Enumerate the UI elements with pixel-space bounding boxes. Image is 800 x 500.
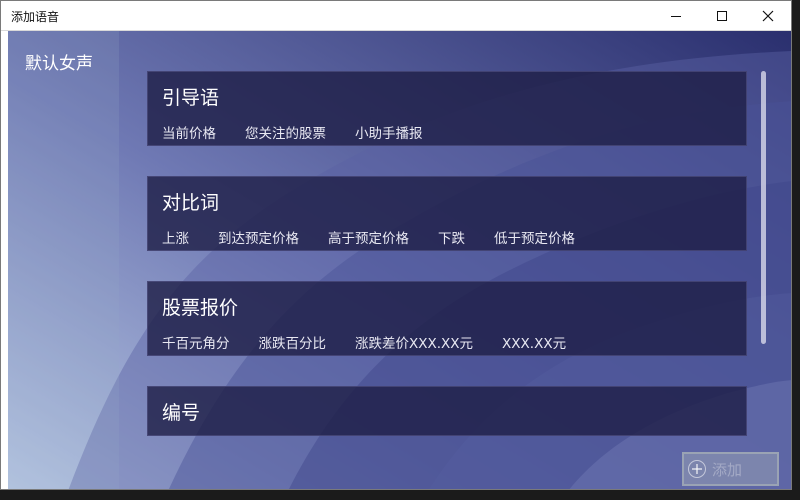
title-bar[interactable]: 添加语音: [1, 1, 791, 31]
chip-reach-target[interactable]: 到达预定价格: [218, 227, 299, 247]
chip-change-percent[interactable]: 涨跌百分比: [259, 332, 327, 352]
minimize-icon: [671, 15, 681, 17]
chip-currency-units[interactable]: 千百元角分: [162, 332, 230, 352]
chip-rise[interactable]: 上涨: [162, 227, 189, 247]
chip-above-target[interactable]: 高于预定价格: [328, 227, 409, 247]
close-icon: [762, 10, 774, 22]
chip-fall[interactable]: 下跌: [438, 227, 465, 247]
client-area: 默认女声 引导语 当前价格 您关注的股票 小助手播报 对比词 上涨 到达预定价格…: [8, 31, 791, 489]
section-title: 引导语: [162, 87, 220, 109]
maximize-button[interactable]: [699, 1, 745, 31]
chip-current-price[interactable]: 当前价格: [162, 122, 216, 142]
plus-circle-icon: [688, 460, 706, 478]
window-title: 添加语音: [11, 10, 60, 24]
section-title: 对比词: [162, 192, 220, 214]
chip-change-amount[interactable]: 涨跌差价XXX.XX元: [355, 332, 473, 352]
chip-price-value[interactable]: XXX.XX元: [502, 332, 566, 352]
section-title: 股票报价: [162, 297, 239, 319]
add-button-label: 添加: [712, 460, 743, 479]
chip-followed-stocks[interactable]: 您关注的股票: [245, 122, 326, 142]
section-title: 编号: [162, 402, 201, 424]
chip-row: 千百元角分 涨跌百分比 涨跌差价XXX.XX元 XXX.XX元: [162, 332, 566, 352]
app-window: 添加语音 默认女声 引导语 当前价格 您关注的股票 小助手播报 对比词 上涨 到…: [0, 0, 792, 490]
sidebar: 默认女声: [8, 31, 119, 489]
chip-row: 上涨 到达预定价格 高于预定价格 下跌 低于预定价格: [162, 227, 575, 247]
chip-assistant-broadcast[interactable]: 小助手播报: [355, 122, 423, 142]
section-card-number: 编号: [147, 386, 747, 436]
vertical-scrollbar[interactable]: [761, 71, 766, 344]
chip-row: 当前价格 您关注的股票 小助手播报: [162, 122, 423, 142]
chip-below-target[interactable]: 低于预定价格: [494, 227, 575, 247]
section-card-comparison: 对比词 上涨 到达预定价格 高于预定价格 下跌 低于预定价格: [147, 176, 747, 251]
sidebar-item-default-female-voice[interactable]: 默认女声: [25, 49, 93, 74]
minimize-button[interactable]: [653, 1, 699, 31]
close-button[interactable]: [745, 1, 791, 31]
section-card-intro: 引导语 当前价格 您关注的股票 小助手播报: [147, 71, 747, 146]
maximize-icon: [717, 11, 727, 21]
add-button[interactable]: 添加: [682, 452, 779, 486]
section-card-quote: 股票报价 千百元角分 涨跌百分比 涨跌差价XXX.XX元 XXX.XX元: [147, 281, 747, 356]
